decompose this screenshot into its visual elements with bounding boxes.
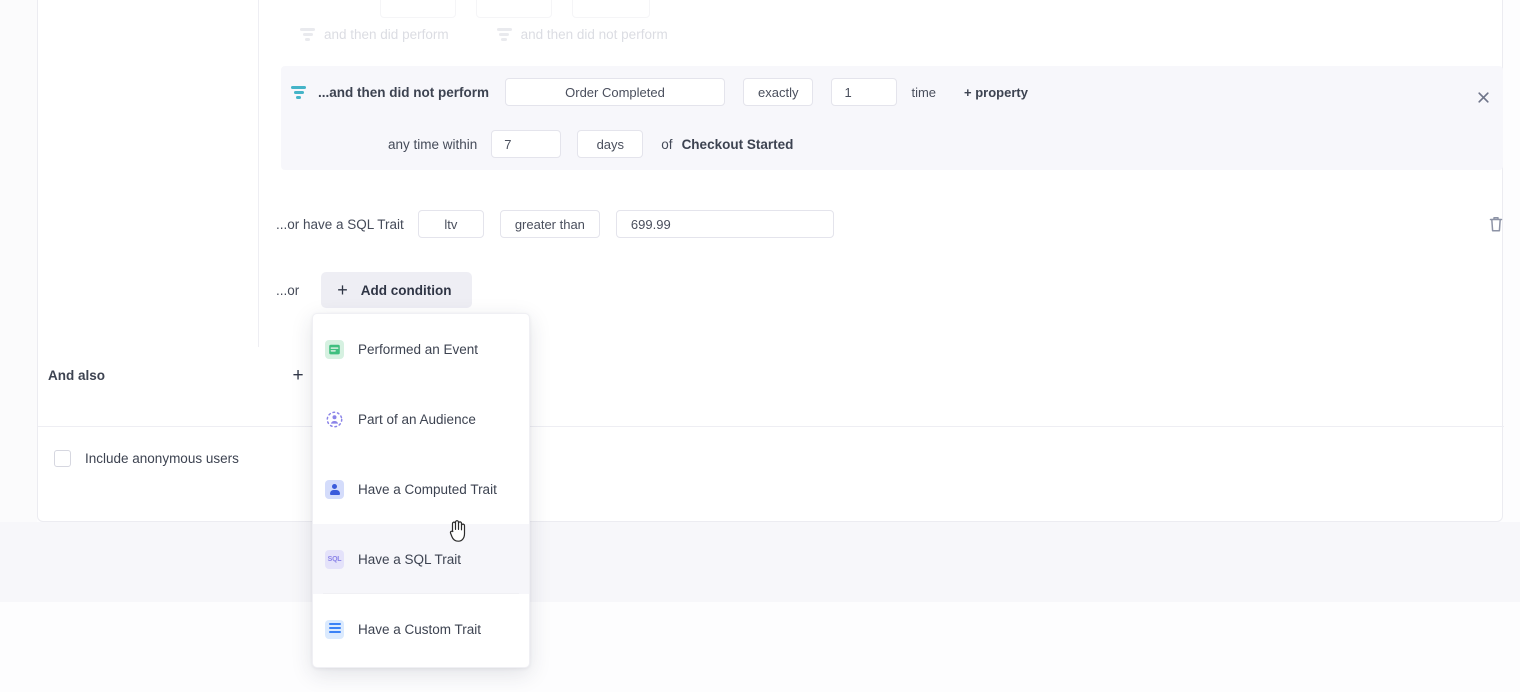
- dropdown-item-have-a-sql-trait[interactable]: SQL Have a SQL Trait: [313, 524, 529, 594]
- add-condition-button[interactable]: + Add condition: [321, 272, 472, 308]
- of-label: of: [661, 136, 673, 152]
- add-condition-row: ...or + Add condition: [276, 272, 472, 308]
- ghost-link-did-not-perform[interactable]: and then did not perform: [496, 27, 668, 42]
- event-icon: [325, 339, 344, 359]
- dropdown-item-label: Part of an Audience: [358, 411, 476, 427]
- dropdown-item-have-a-custom-trait[interactable]: Have a Custom Trait: [313, 594, 529, 664]
- footer-band: [0, 522, 1520, 602]
- add-condition-label: Add condition: [360, 282, 452, 298]
- close-icon[interactable]: [1475, 91, 1491, 107]
- card-horizontal-divider: [38, 426, 1504, 427]
- ghost-input-3: [572, 0, 650, 18]
- include-anonymous-users-label: Include anonymous users: [85, 451, 239, 466]
- filter-icon: [300, 28, 315, 41]
- and-also-add-button[interactable]: +: [289, 366, 307, 385]
- dropdown-item-label: Have a SQL Trait: [358, 551, 462, 567]
- list-glyph: [328, 623, 341, 635]
- condition-row-primary: ...and then did not perform Order Comple…: [281, 66, 1028, 118]
- or-prefix-label: ...or: [276, 282, 300, 298]
- dropdown-item-performed-an-event[interactable]: Performed an Event: [313, 314, 529, 384]
- audience-builder-screen: and then did perform and then did not pe…: [0, 0, 1520, 692]
- sql-trait-label: ...or have a SQL Trait: [276, 216, 404, 232]
- within-value-input[interactable]: 7: [491, 130, 562, 158]
- add-property-button[interactable]: + property: [964, 85, 1028, 100]
- dropdown-item-label: Have a Custom Trait: [358, 621, 482, 637]
- dropdown-item-have-a-computed-trait[interactable]: Have a Computed Trait: [313, 454, 529, 524]
- condition-label: ...and then did not perform: [318, 84, 489, 100]
- sql-trait-row: ...or have a SQL Trait ltv greater than …: [276, 210, 834, 238]
- condition-block: ...and then did not perform Order Comple…: [281, 66, 1503, 170]
- ghost-input-row: [380, 0, 650, 18]
- sql-glyph: SQL: [327, 555, 342, 563]
- anchor-event-label: Checkout Started: [681, 136, 794, 152]
- dropdown-item-part-of-an-audience[interactable]: Part of an Audience: [313, 384, 529, 454]
- condition-row-timeframe: any time within 7 days of Checkout Start…: [281, 118, 793, 170]
- sql-trait-select[interactable]: ltv: [417, 210, 484, 238]
- within-unit-select[interactable]: days: [577, 130, 644, 158]
- count-unit-label: time: [911, 84, 937, 100]
- ghost-link-did-not-perform-label: and then did not perform: [520, 27, 668, 42]
- custom-trait-icon: [325, 619, 344, 639]
- audience-icon: [325, 409, 344, 429]
- plus-icon: +: [337, 280, 348, 300]
- computed-trait-icon: [325, 479, 344, 499]
- card-vertical-divider: [258, 0, 259, 347]
- sql-trait-icon: SQL: [325, 549, 344, 569]
- include-anonymous-users-checkbox[interactable]: [54, 450, 71, 467]
- page-bottom: [0, 602, 1520, 692]
- ghost-links-row: and then did perform and then did not pe…: [300, 27, 668, 42]
- ghost-link-did-perform[interactable]: and then did perform: [300, 27, 449, 42]
- add-condition-dropdown: Performed an Event Part of an Audience H…: [312, 313, 530, 668]
- count-input[interactable]: 1: [831, 78, 898, 106]
- sql-value-input[interactable]: 699.99: [615, 210, 834, 238]
- dropdown-item-label: Have a Computed Trait: [358, 481, 497, 497]
- within-label: any time within: [388, 136, 478, 152]
- ghost-input-1: [380, 0, 456, 18]
- person-glyph: [329, 483, 341, 495]
- operator-select[interactable]: exactly: [743, 78, 814, 106]
- and-also-label: And also: [48, 368, 106, 383]
- ghost-input-2: [476, 0, 552, 18]
- trash-icon[interactable]: [1488, 215, 1504, 233]
- event-select[interactable]: Order Completed: [505, 78, 725, 106]
- ghost-link-did-perform-label: and then did perform: [324, 27, 449, 42]
- filter-icon: [291, 85, 306, 99]
- filter-icon: [496, 28, 512, 41]
- include-anonymous-users-row: Include anonymous users: [54, 450, 239, 467]
- dropdown-item-label: Performed an Event: [358, 341, 479, 357]
- sql-operator-select[interactable]: greater than: [499, 210, 600, 238]
